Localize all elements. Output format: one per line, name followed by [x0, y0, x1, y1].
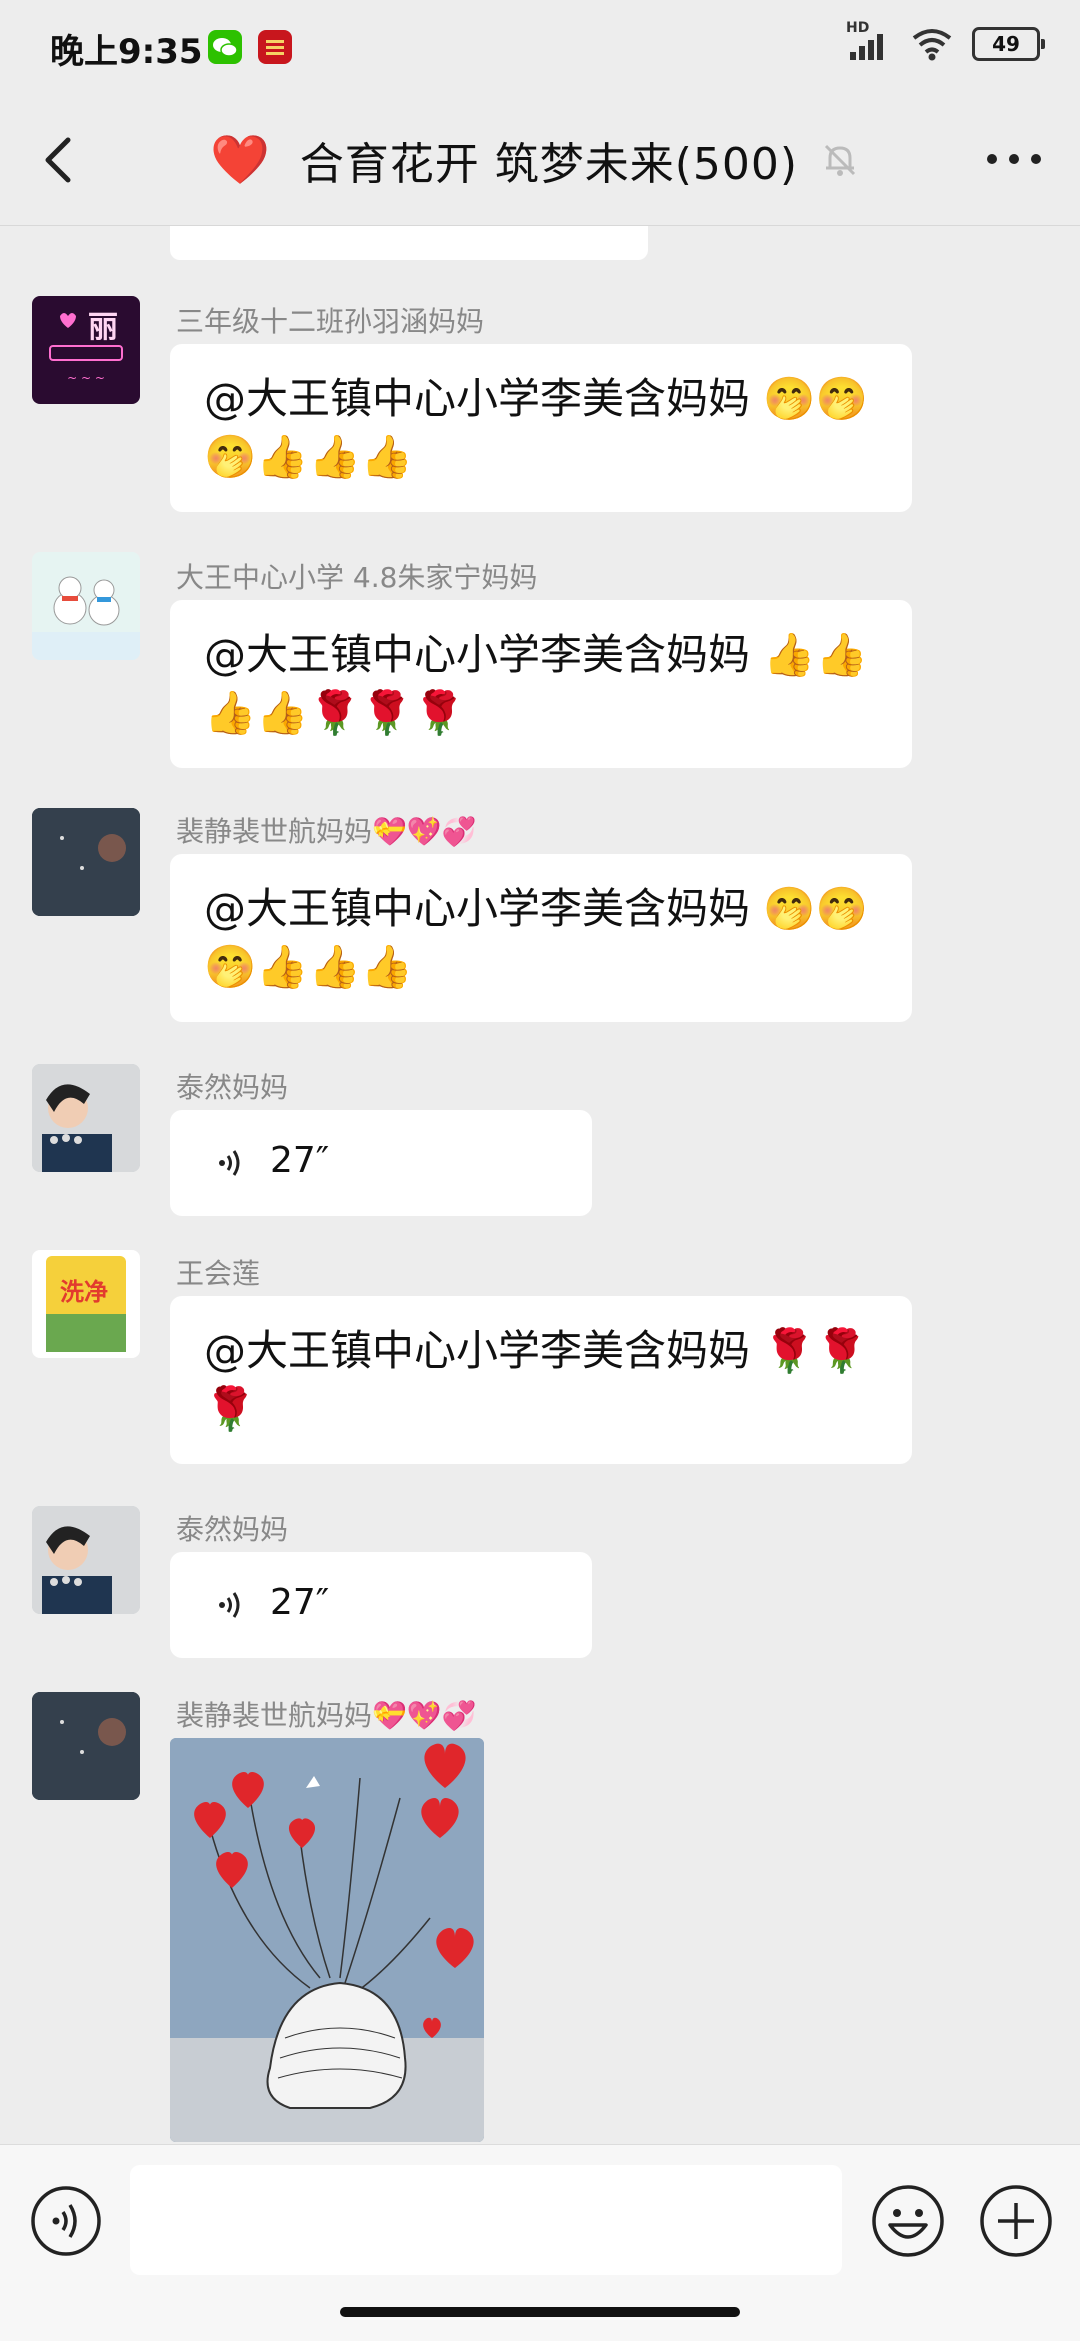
avatar[interactable]	[32, 1506, 140, 1614]
message-bubble[interactable]: @大王镇中心小学李美含妈妈 👍👍👍👍🌹🌹🌹	[170, 600, 912, 768]
back-button[interactable]	[30, 130, 90, 190]
avatar[interactable]: ~ ~ ~ 丽	[32, 296, 140, 404]
sender-name: 大王中心小学 4.8朱家宁妈妈	[176, 561, 538, 594]
svg-text:~ ~ ~: ~ ~ ~	[67, 371, 105, 385]
voice-wave-icon	[219, 1592, 240, 1618]
avatar[interactable]: 洗净	[32, 1250, 140, 1358]
input-bar	[0, 2144, 1080, 2341]
more-functions-button[interactable]	[978, 2183, 1054, 2259]
chat-title-area[interactable]: ❤️ 合育花开 筑梦未来(500)	[210, 125, 860, 195]
sender-name: 裴静裴世航妈妈💝💖💞	[176, 1699, 477, 1732]
image-message[interactable]	[170, 1738, 484, 2142]
voice-message-bubble[interactable]: 27″	[170, 1110, 592, 1216]
message-bubble[interactable]: @大王镇中心小学李美含妈妈 🌹🌹🌹	[170, 1296, 912, 1464]
voice-wave-icon	[219, 1150, 240, 1176]
emoji-icon	[872, 2185, 944, 2257]
avatar[interactable]	[32, 808, 140, 916]
previous-message-bubble[interactable]	[170, 226, 648, 260]
sender-name: 泰然妈妈	[176, 1071, 289, 1104]
more-button[interactable]	[982, 144, 1046, 174]
study-app-icon	[258, 30, 292, 64]
sender-name: 王会莲	[176, 1257, 261, 1290]
avatar[interactable]	[32, 1064, 140, 1172]
sender-name: 裴静裴世航妈妈💝💖💞	[176, 815, 477, 848]
back-arrow-icon	[45, 137, 71, 183]
more-dots-icon	[987, 154, 1041, 164]
mute-bell-icon	[825, 144, 856, 176]
message-input[interactable]	[130, 2165, 842, 2275]
status-time: 晚上9:35	[50, 32, 203, 72]
sender-name: 三年级十二班孙羽涵妈妈	[176, 305, 485, 338]
voice-input-button[interactable]	[30, 2185, 102, 2257]
wifi-icon	[912, 29, 952, 61]
voice-duration: 27″	[270, 1582, 330, 1623]
heart-emoji: ❤️	[210, 132, 270, 188]
message-bubble[interactable]: @大王镇中心小学李美含妈妈 🤭🤭🤭👍👍👍	[170, 854, 912, 1022]
voice-duration: 27″	[270, 1140, 330, 1181]
chat-title: 合育花开 筑梦未来(500)	[299, 139, 799, 190]
avatar[interactable]	[32, 1692, 140, 1800]
avatar[interactable]	[32, 552, 140, 660]
avatar-text: 丽	[88, 310, 118, 345]
voice-input-icon	[31, 2186, 101, 2256]
home-indicator[interactable]	[340, 2307, 740, 2317]
message-bubble[interactable]: @大王镇中心小学李美含妈妈 🤭🤭🤭👍👍👍	[170, 344, 912, 512]
status-indicators: HD 49	[846, 20, 1045, 62]
emoji-button[interactable]	[870, 2183, 946, 2259]
avatar-text: 洗净	[60, 1278, 108, 1306]
battery-indicator: 49	[972, 27, 1045, 61]
sender-name: 泰然妈妈	[176, 1513, 289, 1546]
plus-icon	[980, 2185, 1052, 2257]
chat-message-list[interactable]: ~ ~ ~ 丽 三年级十二班孙羽涵妈妈 @大王镇中心小学李美含妈妈 🤭🤭🤭👍👍👍…	[0, 226, 1080, 2144]
status-bar: 晚上9:35 HD 49	[0, 0, 1080, 100]
wechat-icon	[208, 30, 242, 64]
signal-icon: HD	[846, 20, 892, 62]
voice-message-bubble[interactable]: 27″	[170, 1552, 592, 1658]
chat-header: ❤️ 合育花开 筑梦未来(500)	[0, 100, 1080, 226]
